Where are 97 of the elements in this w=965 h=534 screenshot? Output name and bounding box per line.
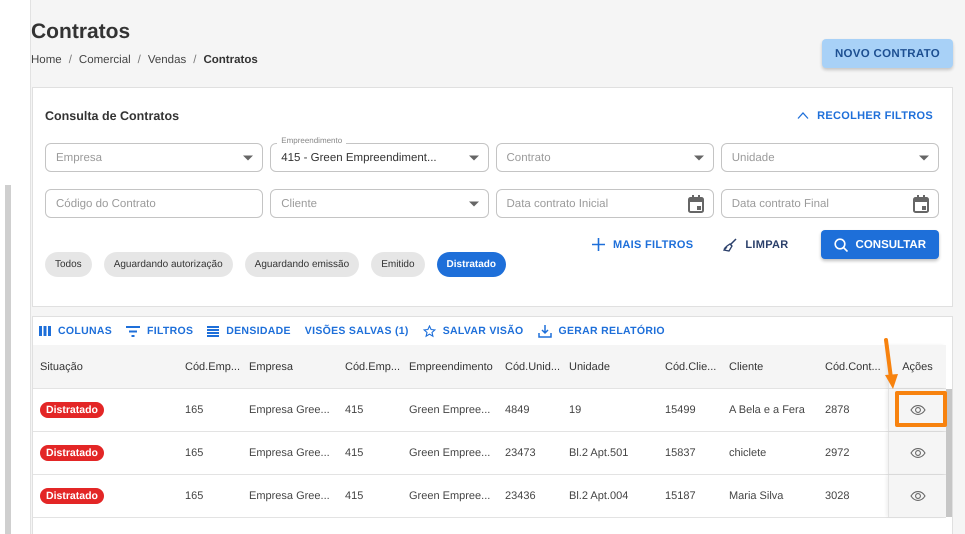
- select-field[interactable]: Contrato: [496, 143, 714, 172]
- select-field[interactable]: Empresa: [45, 143, 264, 172]
- table-cell-text: Maria Silva: [729, 489, 784, 504]
- clear-button[interactable]: LIMPAR: [717, 238, 795, 252]
- status-filter-chip[interactable]: Aguardando emissão: [244, 252, 360, 277]
- breadcrumb-item[interactable]: Home: [31, 54, 62, 66]
- table-cell-text: 15837: [665, 446, 697, 461]
- table-cell-text: 165: [185, 446, 204, 461]
- table-cell-text: Bl.2 Apt.501: [569, 446, 630, 461]
- status-filter-chip[interactable]: Todos: [45, 252, 92, 277]
- date-field[interactable]: Data contrato Final: [720, 189, 939, 218]
- table-cell-text: 23473: [505, 446, 537, 461]
- caret-down-icon: [919, 155, 929, 160]
- filter-icon: [126, 326, 140, 336]
- star-icon: [422, 324, 436, 338]
- select-field[interactable]: Unidade: [720, 143, 939, 172]
- calendar-icon[interactable]: [688, 194, 704, 212]
- column-header[interactable]: Cliente: [729, 345, 825, 388]
- breadcrumb-item: Contratos: [203, 54, 258, 66]
- table-cell-text: Empresa Gree...: [249, 489, 331, 504]
- table-cell-text: 2972: [825, 446, 850, 461]
- column-header[interactable]: Situação: [40, 345, 185, 388]
- eye-icon: [910, 491, 926, 501]
- status-filter-chip[interactable]: Distratado: [436, 252, 506, 277]
- plus-icon: [592, 238, 605, 251]
- collapse-filters-link[interactable]: RECOLHER FILTROS: [791, 110, 939, 122]
- toolbar-button[interactable]: DENSIDADE: [201, 325, 297, 337]
- caret-down-icon: [694, 155, 704, 160]
- column-header[interactable]: Cód.Clie...: [665, 345, 729, 388]
- status-filter-chip[interactable]: Emitido: [371, 252, 425, 277]
- input-field[interactable]: Código do Contrato: [45, 189, 264, 218]
- column-header[interactable]: Unidade: [569, 345, 665, 388]
- table-cell-text: A Bela e a Fera: [729, 403, 806, 418]
- table-cell-text: Green Empree...: [409, 489, 492, 504]
- arrow-annotation: [883, 338, 899, 390]
- toolbar-button[interactable]: GERAR RELATÓRIO: [532, 324, 671, 338]
- table-cell-text: 3028: [825, 489, 850, 504]
- new-contract-button[interactable]: NOVO CONTRATO: [822, 39, 953, 68]
- field-label: Empreendimento: [277, 136, 346, 145]
- panel-title: Consulta de Contratos: [45, 108, 180, 122]
- caret-down-icon: [243, 155, 254, 160]
- chevron-up-icon: [797, 112, 810, 119]
- highlight-frame: [895, 391, 947, 427]
- table-cell-text: 165: [185, 489, 204, 504]
- table-cell-text: 4849: [505, 403, 530, 418]
- column-header[interactable]: Cód.Emp...: [185, 345, 249, 388]
- column-header[interactable]: Cód.Unid...: [505, 345, 569, 388]
- page-title: Contratos: [31, 20, 132, 44]
- column-header[interactable]: Empresa: [249, 345, 345, 388]
- search-button[interactable]: CONSULTAR: [820, 230, 939, 259]
- table-cell-text: 415: [345, 403, 364, 418]
- breadcrumb-separator: /: [68, 54, 72, 66]
- status-badge: Distratado: [40, 402, 104, 418]
- table-cell-text: 15499: [665, 403, 697, 418]
- breadcrumb-separator: /: [138, 54, 141, 66]
- table-cell-text: 2878: [825, 403, 850, 418]
- density-icon: [207, 326, 220, 336]
- table-cell-text: 415: [345, 446, 364, 461]
- caret-down-icon: [468, 201, 478, 206]
- column-header: Ações: [888, 345, 946, 388]
- toolbar-button[interactable]: VISÕES SALVAS (1): [298, 325, 415, 337]
- table-cell-text: 15187: [665, 489, 697, 504]
- table-cell-text: Empresa Gree...: [249, 446, 331, 461]
- toolbar-button[interactable]: FILTROS: [120, 325, 200, 337]
- toolbar-button[interactable]: COLUNAS: [33, 325, 118, 337]
- table-cell-text: Green Empree...: [409, 446, 492, 461]
- table-cell-text: 19: [569, 403, 582, 418]
- scrollbar-thumb[interactable]: [946, 389, 952, 517]
- table-cell-text: Bl.2 Apt.004: [569, 489, 630, 504]
- status-filter-chip[interactable]: Aguardando autorização: [104, 252, 233, 277]
- select-field[interactable]: 415 - Green Empreendiment...: [270, 143, 488, 172]
- column-header[interactable]: Cód.Cont...: [825, 345, 888, 388]
- eye-icon: [910, 405, 926, 415]
- more-filters-link[interactable]: MAIS FILTROS: [586, 238, 700, 251]
- caret-down-icon: [468, 155, 478, 160]
- breadcrumb-separator: /: [193, 54, 196, 66]
- table-cell-text: Green Empree...: [409, 403, 492, 418]
- download-icon: [538, 324, 552, 338]
- table-cell-text: Empresa Gree...: [249, 403, 331, 418]
- column-header[interactable]: Empreendimento: [409, 345, 505, 388]
- breadcrumb-item[interactable]: Comercial: [78, 54, 131, 66]
- broom-icon: [723, 238, 738, 252]
- toolbar-button[interactable]: SALVAR VISÃO: [416, 324, 530, 338]
- search-icon: [834, 238, 848, 252]
- date-field[interactable]: Data contrato Inicial: [496, 189, 714, 218]
- columns-icon: [39, 326, 51, 336]
- table-cell-text: 415: [345, 489, 364, 504]
- breadcrumb-item[interactable]: Vendas: [148, 54, 186, 66]
- table-cell-text: chiclete: [729, 446, 768, 461]
- table-cell-text: 23436: [505, 489, 537, 504]
- select-field[interactable]: Cliente: [270, 189, 488, 218]
- column-header[interactable]: Cód.Emp...: [345, 345, 409, 388]
- status-badge: Distratado: [40, 488, 104, 504]
- calendar-icon[interactable]: [913, 194, 929, 212]
- eye-icon: [910, 448, 926, 458]
- status-badge: Distratado: [40, 445, 104, 461]
- table-cell-text: 165: [185, 403, 204, 418]
